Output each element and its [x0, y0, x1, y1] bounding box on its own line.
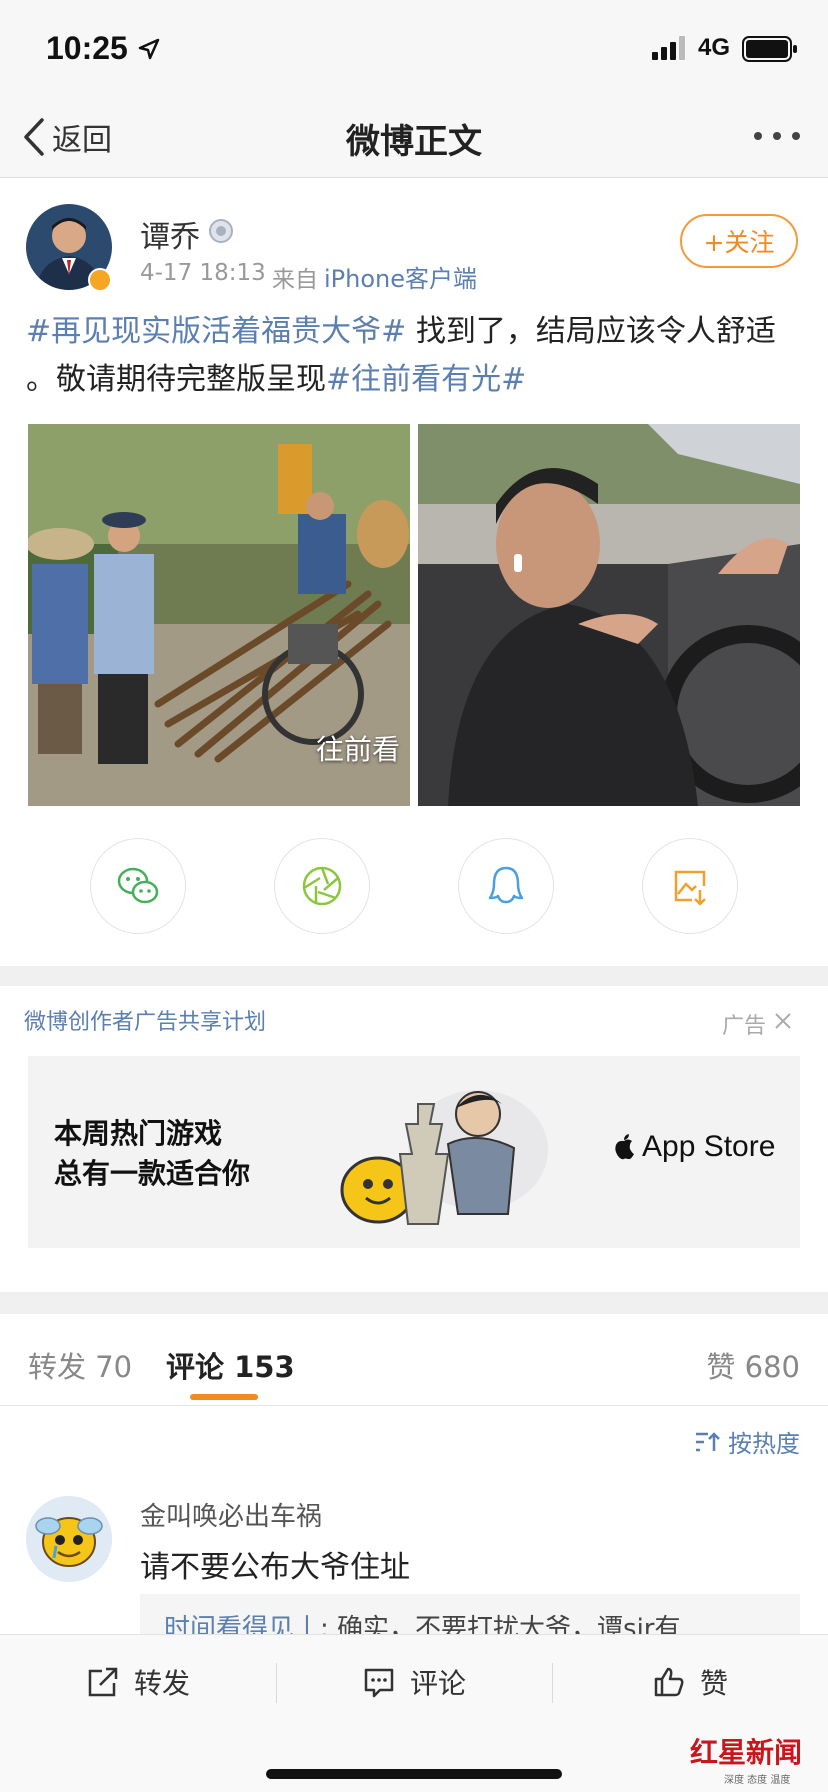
watermark-logo: 红星新闻: [690, 1736, 803, 1769]
moments-icon: [302, 866, 342, 906]
comment-button[interactable]: 评论: [362, 1657, 466, 1707]
ad-program-link[interactable]: 微博创作者广告共享计划: [24, 1004, 266, 1036]
watermark-slogan: 深度 态度 温度: [724, 1775, 791, 1786]
ad-copy: 本周热门游戏 总有一款适合你: [54, 1114, 250, 1194]
section-divider: [0, 1292, 828, 1314]
author-name[interactable]: 谭乔: [140, 212, 200, 256]
divider: [552, 1663, 553, 1703]
ad-line-2: 总有一款适合你: [54, 1157, 251, 1190]
commenter-name[interactable]: 金叫唤必出车祸: [140, 1496, 322, 1533]
status-time: 10:25: [46, 30, 128, 66]
bottom-action-bar: 转发 评论 赞 红星新闻 深度 态度 温度: [0, 1634, 828, 1792]
post-image-1[interactable]: 往前看: [28, 424, 410, 806]
tab-comments[interactable]: 评论 153: [166, 1344, 295, 1386]
hashtag-link[interactable]: #再见现实版活着福贵大爷#: [26, 314, 406, 349]
follow-button[interactable]: +关注: [680, 214, 798, 268]
comment-item: 金叫唤必出车祸 请不要公布大爷住址 时间看得见丨: 确实，不要打扰大爷，谭sir…: [0, 1486, 828, 1654]
share-qq-button[interactable]: [458, 838, 554, 934]
section-divider: [0, 966, 828, 986]
app-store-badge[interactable]: App Store: [612, 1130, 775, 1164]
page-title: 微博正文: [346, 122, 482, 162]
comment-label: 评论: [410, 1667, 467, 1700]
share-wechat-button[interactable]: [90, 838, 186, 934]
qq-icon: [488, 866, 524, 904]
share-moments-button[interactable]: [274, 838, 370, 934]
post-header: 谭乔 4-17 18:13 来自 iPhone客户端 +关注: [0, 180, 828, 293]
apple-icon: [615, 1134, 634, 1160]
home-indicator[interactable]: [266, 1769, 562, 1779]
sort-icon: [696, 1431, 720, 1451]
comment-icon: [364, 1668, 394, 1698]
active-tab-indicator: [190, 1394, 258, 1400]
sort-by-hot-button[interactable]: 按热度: [694, 1424, 800, 1459]
post-text: #再见现实版活着福贵大爷# 找到了，结局应该令人舒适 。敬请期待完整版呈现#往前…: [26, 308, 802, 404]
divider: [276, 1663, 277, 1703]
status-bar: 10:25 4G: [0, 0, 828, 100]
more-icon[interactable]: [752, 130, 802, 142]
repost-icon: [88, 1667, 118, 1697]
cellular-signal-icon: [652, 36, 685, 60]
hashtag-link[interactable]: #往前看有光#: [326, 362, 526, 397]
like-label: 赞: [700, 1667, 729, 1700]
location-arrow-icon: [138, 38, 160, 60]
share-row: [0, 838, 828, 938]
nav-bar: 返回 微博正文: [0, 100, 828, 178]
post-source-prefix: 来自: [272, 267, 318, 293]
battery-icon: [742, 36, 797, 62]
ad-banner[interactable]: 本周热门游戏 总有一款适合你 App Store: [28, 1056, 800, 1248]
tab-likes[interactable]: 赞 680: [706, 1344, 800, 1386]
save-image-icon: [674, 870, 706, 906]
ad-illustration: [340, 1090, 548, 1225]
sort-label: 按热度: [728, 1430, 800, 1458]
app-store-label: App Store: [642, 1130, 776, 1163]
tab-reposts[interactable]: 转发 70: [28, 1344, 132, 1386]
thumbs-up-icon: [654, 1667, 684, 1697]
post-time: 4-17 18:13: [140, 260, 266, 286]
wechat-icon: [117, 867, 159, 904]
interaction-tabs: 转发 70 评论 153 赞 680: [0, 1314, 828, 1406]
verified-badge-icon: [88, 268, 112, 292]
ad-line-1: 本周热门游戏: [54, 1117, 223, 1150]
post-source-device[interactable]: iPhone客户端: [324, 259, 477, 294]
close-icon[interactable]: [774, 1012, 792, 1030]
repost-button[interactable]: 转发: [86, 1657, 190, 1707]
post-image-2[interactable]: [418, 424, 800, 806]
commenter-avatar[interactable]: [26, 1496, 112, 1582]
repost-label: 转发: [134, 1667, 191, 1700]
network-type: 4G: [698, 34, 731, 61]
image-caption: 往前看: [315, 733, 400, 766]
save-image-button[interactable]: [642, 838, 738, 934]
medal-icon[interactable]: [208, 218, 234, 244]
like-button[interactable]: 赞: [652, 1657, 728, 1707]
comment-text: 请不要公布大爷住址: [140, 1550, 410, 1585]
ad-label: 广告: [721, 1014, 766, 1039]
